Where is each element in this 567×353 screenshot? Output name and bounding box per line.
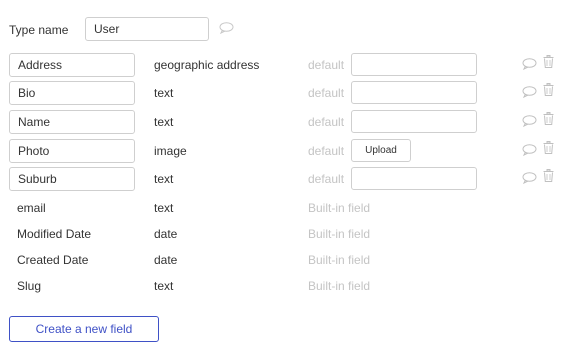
field-name: Created Date [17,253,89,267]
trash-icon[interactable] [543,141,554,154]
default-value-input[interactable] [351,53,477,76]
builtin-note: Built-in field [308,253,371,267]
comment-icon[interactable] [522,86,537,98]
trash-icon[interactable] [543,55,554,68]
comment-icon[interactable] [522,172,537,184]
field-type: date [154,227,178,241]
comment-icon[interactable] [522,115,537,127]
trash-icon[interactable] [543,83,554,96]
field-type: text [154,115,174,129]
default-value-input[interactable] [351,110,477,133]
type-name-label: Type name [9,23,69,37]
field-name-input[interactable]: Bio [9,81,135,105]
builtin-note: Built-in field [308,227,371,241]
comment-icon[interactable] [522,144,537,156]
trash-icon[interactable] [543,169,554,182]
field-row-bio: Bio text default [0,81,567,107]
field-type: text [154,279,174,293]
field-row-name: Name text default [0,110,567,136]
builtin-row-slug: Slug text Built-in field [0,274,567,300]
field-type: date [154,253,178,267]
default-label: default [308,172,345,186]
comment-icon[interactable] [522,58,537,70]
field-name-input[interactable]: Address [9,53,135,77]
create-new-field-button[interactable]: Create a new field [9,316,159,342]
default-value-input[interactable] [351,167,477,190]
field-name-input[interactable]: Photo [9,139,135,163]
field-name: Modified Date [17,227,92,241]
builtin-row-modified-date: Modified Date date Built-in field [0,222,567,248]
field-type: text [154,172,174,186]
type-name-input[interactable]: User [85,17,209,41]
upload-button[interactable]: Upload [351,139,411,162]
comment-icon[interactable] [219,22,234,34]
field-row-address: Address geographic address default [0,53,567,79]
field-type: geographic address [154,58,260,72]
field-type: image [154,144,187,158]
field-row-suburb: Suburb text default [0,167,567,193]
builtin-row-created-date: Created Date date Built-in field [0,248,567,274]
builtin-note: Built-in field [308,201,371,215]
field-name: Slug [17,279,42,293]
default-label: default [308,144,345,158]
field-row-photo: Photo image default Upload [0,139,567,165]
builtin-row-email: email text Built-in field [0,196,567,222]
default-label: default [308,115,345,129]
field-name-input[interactable]: Name [9,110,135,134]
field-name-input[interactable]: Suburb [9,167,135,191]
default-value-input[interactable] [351,81,477,104]
trash-icon[interactable] [543,112,554,125]
field-type: text [154,201,174,215]
default-label: default [308,58,345,72]
default-label: default [308,86,345,100]
field-type: text [154,86,174,100]
builtin-note: Built-in field [308,279,371,293]
field-name: email [17,201,46,215]
